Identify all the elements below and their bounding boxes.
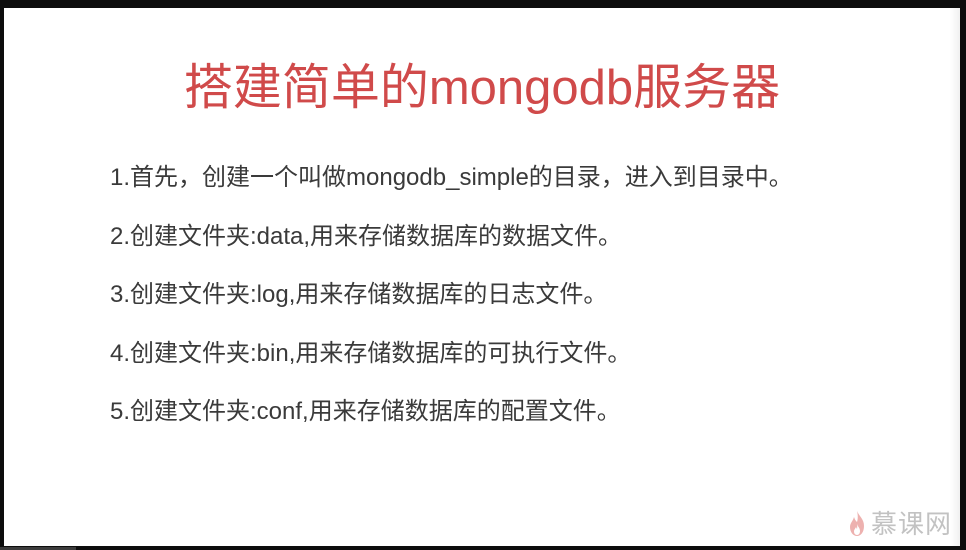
bullet-item-5: 5.创建文件夹:conf,用来存储数据库的配置文件。 bbox=[110, 398, 621, 425]
bullet-item-3: 3.创建文件夹:log,用来存储数据库的日志文件。 bbox=[110, 281, 608, 308]
presentation-slide: 搭建简单的mongodb服务器 1.首先，创建一个叫做mongodb_simpl… bbox=[4, 8, 960, 546]
bullet-list: 1.首先，创建一个叫做mongodb_simple的目录，进入到目录中。 2.创… bbox=[110, 164, 910, 457]
video-frame: 搭建简单的mongodb服务器 1.首先，创建一个叫做mongodb_simpl… bbox=[0, 0, 966, 550]
bullet-item-2: 2.创建文件夹:data,用来存储数据库的数据文件。 bbox=[110, 222, 623, 250]
watermark-logo: 慕课网 bbox=[847, 508, 952, 540]
bullet-item-4: 4.创建文件夹:bin,用来存储数据库的可执行文件。 bbox=[110, 339, 632, 367]
bullet-item-1: 1.首先，创建一个叫做mongodb_simple的目录，进入到目录中。 bbox=[110, 164, 793, 191]
flame-logo-icon bbox=[849, 511, 864, 536]
slide-title: 搭建简单的mongodb服务器 bbox=[183, 61, 781, 115]
watermark-text: 慕课网 bbox=[870, 509, 952, 539]
